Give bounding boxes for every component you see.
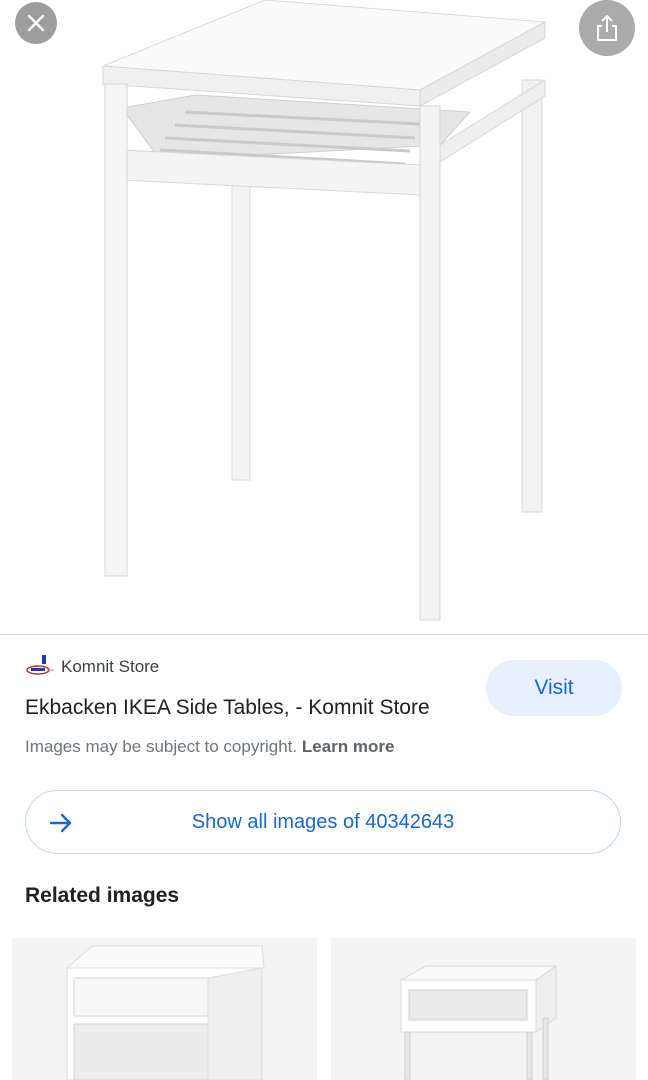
show-all-images-button[interactable]: Show all images of 40342643 bbox=[25, 790, 621, 854]
show-all-label: Show all images of 40342643 bbox=[191, 810, 455, 833]
nightstand-image bbox=[12, 938, 317, 1080]
side-table-image bbox=[102, 0, 547, 621]
learn-more-link[interactable]: Learn more bbox=[302, 737, 395, 756]
share-button[interactable] bbox=[579, 0, 635, 56]
divider bbox=[0, 634, 648, 635]
related-images-heading: Related images bbox=[25, 884, 180, 907]
main-image[interactable] bbox=[0, 0, 648, 634]
close-button[interactable] bbox=[15, 2, 57, 44]
komnit-logo-icon bbox=[26, 655, 54, 675]
source-name: Komnit Store bbox=[61, 657, 160, 676]
close-icon bbox=[27, 14, 45, 32]
copyright-notice: Images may be subject to copyright. Lear… bbox=[25, 737, 394, 757]
copyright-text: Images may be subject to copyright. bbox=[25, 737, 298, 756]
arrow-right-icon bbox=[49, 813, 72, 833]
visit-button[interactable]: Visit bbox=[486, 660, 622, 716]
related-image-thumbnail[interactable] bbox=[331, 938, 636, 1080]
share-icon bbox=[597, 15, 617, 41]
related-image-thumbnail[interactable] bbox=[12, 938, 317, 1080]
result-title[interactable]: Ekbacken IKEA Side Tables, - Komnit Stor… bbox=[25, 696, 430, 720]
source-row[interactable]: Komnit Store bbox=[25, 655, 159, 679]
side-table-small-image bbox=[331, 938, 636, 1080]
